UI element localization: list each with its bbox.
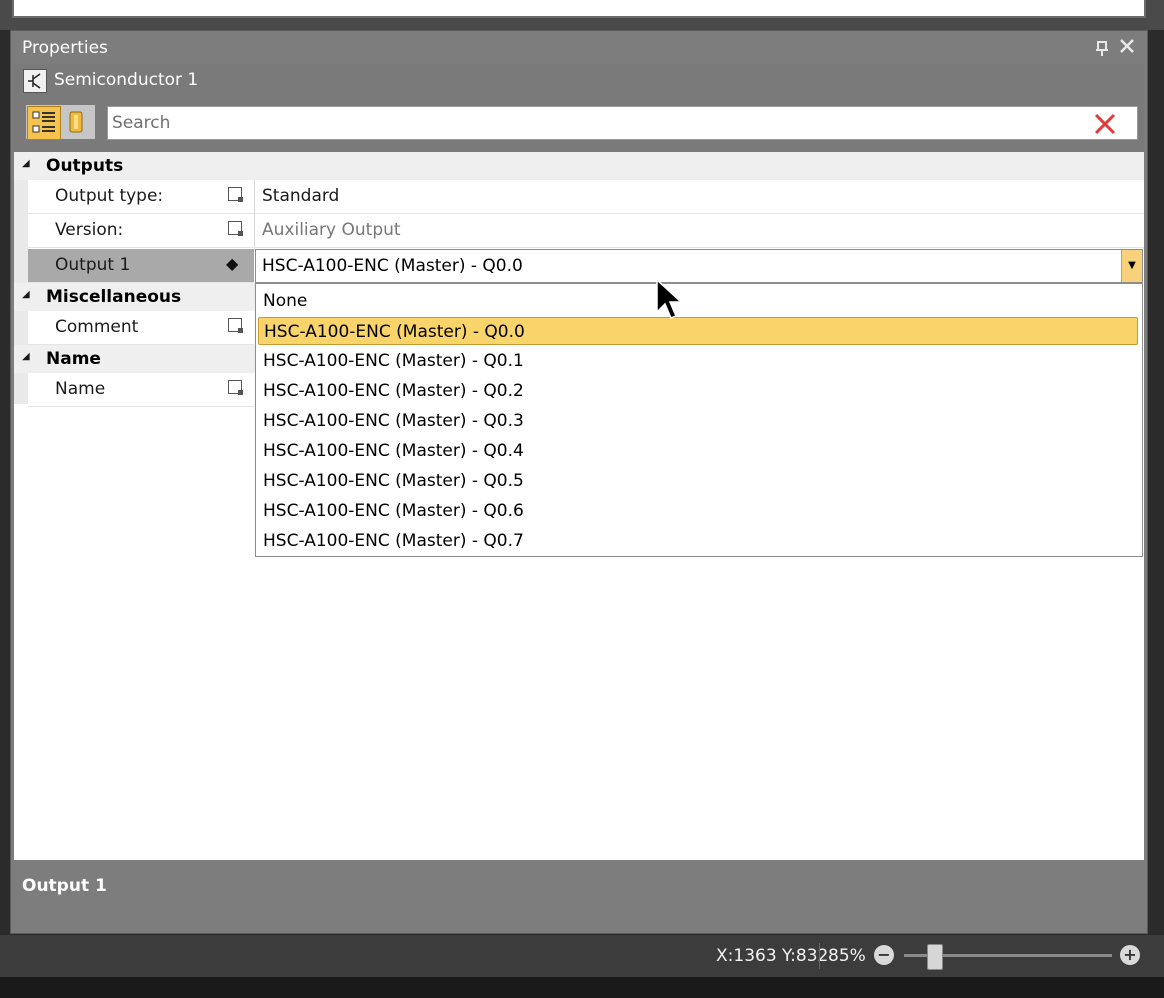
upper-panel — [12, 0, 1146, 18]
collapse-triangle-icon[interactable]: ◢ — [22, 289, 30, 300]
property-row-name[interactable]: Name — [28, 373, 254, 407]
alphabetical-view-button[interactable] — [62, 106, 92, 138]
mouse-cursor-icon — [656, 278, 683, 319]
output-1-combobox[interactable]: HSC-A100-ENC (Master) - Q0.0 ▼ — [255, 249, 1143, 283]
description-title: Output 1 — [22, 876, 107, 896]
property-marker-icon — [228, 187, 243, 202]
zoom-level: 85% — [828, 946, 866, 966]
close-icon[interactable] — [1118, 37, 1138, 57]
combobox-value: HSC-A100-ENC (Master) - Q0.0 — [262, 256, 523, 276]
dropdown-option[interactable]: HSC-A100-ENC (Master) - Q0.3 — [258, 407, 1138, 435]
chevron-down-icon[interactable]: ▼ — [1121, 250, 1142, 282]
window-bottom-edge — [0, 977, 1164, 998]
dropdown-option[interactable]: HSC-A100-ENC (Master) - Q0.4 — [258, 437, 1138, 465]
property-row-output-type[interactable]: Output type: Standard — [28, 180, 1144, 214]
description-panel: Output 1 — [14, 866, 1144, 928]
property-name: Output type: — [55, 186, 164, 206]
dropdown-option[interactable]: None — [258, 287, 1138, 315]
property-value[interactable]: Standard — [262, 186, 339, 206]
property-name: Name — [55, 379, 106, 399]
dropdown-option[interactable]: HSC-A100-ENC (Master) - Q0.6 — [258, 497, 1138, 525]
status-bar: X:1363 Y:832 85% − + — [0, 935, 1164, 977]
column-divider — [254, 180, 255, 213]
dropdown-option[interactable]: HSC-A100-ENC (Master) - Q0.2 — [258, 377, 1138, 405]
dropdown-option[interactable]: HSC-A100-ENC (Master) - Q0.7 — [258, 527, 1138, 555]
category-miscellaneous[interactable]: ◢ Miscellaneous — [14, 283, 255, 311]
dropdown-option[interactable]: HSC-A100-ENC (Master) - Q0.5 — [258, 467, 1138, 495]
semiconductor-icon — [23, 69, 47, 93]
property-value: Auxiliary Output — [262, 220, 401, 240]
collapse-triangle-icon[interactable]: ◢ — [22, 158, 30, 169]
category-label: Miscellaneous — [46, 287, 182, 307]
category-outputs[interactable]: ◢ Outputs — [14, 152, 1144, 180]
dropdown-option-selected[interactable]: HSC-A100-ENC (Master) - Q0.0 — [258, 317, 1138, 345]
categorized-view-button[interactable] — [27, 106, 61, 140]
property-row-output-1[interactable]: Output 1 ◆ — [28, 249, 254, 283]
property-marker-icon — [228, 380, 243, 395]
property-name: Comment — [55, 317, 139, 337]
category-name[interactable]: ◢ Name — [14, 345, 255, 373]
property-row-version[interactable]: Version: Auxiliary Output — [28, 214, 1144, 248]
output-1-dropdown-list: None HSC-A100-ENC (Master) - Q0.0 HSC-A1… — [255, 283, 1143, 557]
cursor-coordinates: X:1363 Y:832 — [716, 946, 829, 966]
property-row-comment[interactable]: Comment — [28, 311, 254, 345]
diamond-marker-icon: ◆ — [226, 254, 239, 273]
alphabetical-view-icon — [69, 111, 83, 133]
category-label: Name — [46, 349, 101, 369]
zoom-slider-thumb[interactable] — [927, 944, 944, 970]
column-divider — [254, 214, 255, 247]
zoom-in-icon[interactable]: + — [1120, 945, 1140, 965]
object-name: Semiconductor 1 — [54, 70, 199, 90]
zoom-out-icon[interactable]: − — [874, 945, 894, 965]
property-marker-icon — [228, 318, 243, 333]
property-name: Output 1 — [55, 255, 131, 275]
panel-title: Properties — [22, 38, 108, 58]
search-input[interactable] — [112, 111, 1072, 135]
collapse-triangle-icon[interactable]: ◢ — [22, 351, 30, 362]
pin-icon[interactable] — [1093, 40, 1111, 58]
property-marker-icon — [228, 221, 243, 236]
status-divider — [819, 943, 820, 969]
category-label: Outputs — [46, 156, 124, 176]
categorized-view-icon — [32, 111, 55, 133]
clear-search-icon[interactable] — [1092, 111, 1118, 137]
search-box — [107, 106, 1138, 140]
property-name: Version: — [55, 220, 124, 240]
dropdown-option[interactable]: HSC-A100-ENC (Master) - Q0.1 — [258, 347, 1138, 375]
